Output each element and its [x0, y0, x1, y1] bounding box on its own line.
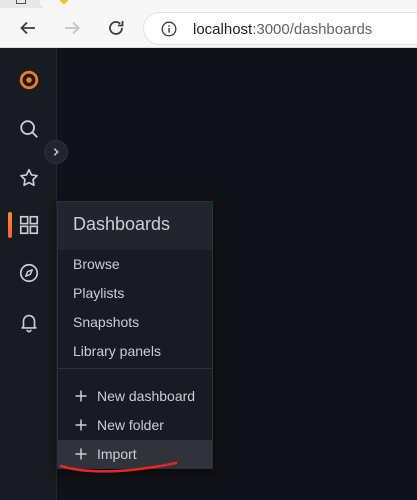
- flyout-title[interactable]: Dashboards: [58, 202, 212, 250]
- import-label: Import: [97, 446, 137, 462]
- reload-icon: [109, 21, 124, 35]
- forward-arrow-icon: [65, 21, 80, 35]
- url-path: :3000/dashboards: [252, 21, 373, 38]
- flyout-item-snapshots[interactable]: Snapshots: [73, 314, 139, 330]
- plus-icon: [75, 419, 87, 431]
- star-icon: [19, 168, 38, 187]
- new-folder-button[interactable]: New folder: [58, 411, 212, 439]
- new-folder-label: New folder: [97, 417, 164, 433]
- flyout-item-browse[interactable]: Browse: [73, 256, 120, 272]
- reload-button[interactable]: [100, 12, 132, 44]
- grafana-logo: [19, 70, 38, 90]
- sidemenu: [0, 48, 68, 500]
- new-dashboard-label: New dashboard: [97, 388, 196, 404]
- tab-favicon[interactable]: [16, 0, 26, 4]
- dashboards-icon: [19, 215, 38, 235]
- search-icon: [19, 120, 38, 138]
- flyout-item-library-panels[interactable]: Library panels: [73, 343, 161, 359]
- browser-tab-strip: [0, 0, 417, 8]
- back-arrow-icon: [20, 21, 35, 35]
- starred-button[interactable]: [0, 158, 57, 198]
- plus-icon: [75, 390, 87, 402]
- flyout-divider: [58, 368, 212, 369]
- compass-icon: [19, 263, 38, 283]
- site-info-icon[interactable]: [161, 21, 177, 37]
- dashboards-button[interactable]: [0, 205, 57, 245]
- flyout-item-playlists[interactable]: Playlists: [73, 285, 124, 301]
- address-bar[interactable]: localhost:3000/dashboards: [143, 12, 417, 45]
- forward-button[interactable]: [56, 12, 88, 44]
- back-button[interactable]: [12, 12, 44, 44]
- chevron-right-icon: [53, 148, 59, 156]
- url-host: localhost: [193, 21, 253, 38]
- import-button[interactable]: Import: [58, 440, 212, 468]
- bell-icon: [20, 314, 37, 333]
- home-link[interactable]: [0, 60, 57, 100]
- new-dashboard-button[interactable]: New dashboard: [58, 382, 212, 410]
- browser-toolbar: localhost:3000/dashboards: [0, 8, 417, 48]
- alerting-button[interactable]: [0, 302, 57, 342]
- plus-icon: [75, 448, 87, 460]
- url-text[interactable]: localhost:3000/dashboards: [193, 21, 372, 38]
- explore-button[interactable]: [0, 253, 57, 293]
- dashboards-flyout: Dashboards Browse Playlists Snapshots Li…: [57, 201, 213, 469]
- active-tab[interactable]: [40, 0, 417, 8]
